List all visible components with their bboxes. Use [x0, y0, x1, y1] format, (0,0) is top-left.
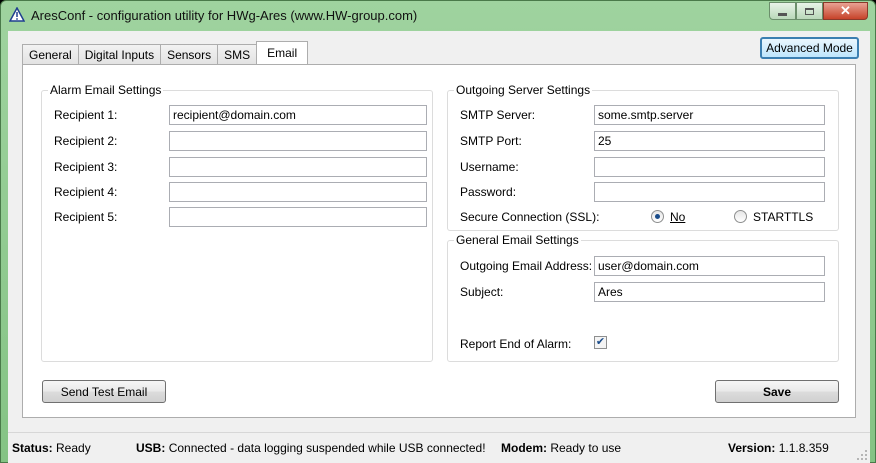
outgoing-address-input[interactable]: user@domain.com: [594, 256, 825, 276]
usb-field: USB: Connected - data logging suspended …: [136, 441, 486, 455]
recipient-4-input[interactable]: [169, 182, 427, 202]
status-bar: Status: Ready USB: Connected - data logg…: [8, 432, 870, 463]
report-end-checkbox[interactable]: ✔: [594, 336, 607, 349]
tab-label: Digital Inputs: [84, 47, 155, 62]
report-end-label: Report End of Alarm:: [460, 337, 572, 351]
checkmark-icon: ✔: [595, 336, 606, 348]
tab-label: SMS: [224, 47, 251, 62]
subject-label: Subject:: [460, 285, 504, 299]
recipient-2-input[interactable]: [169, 131, 427, 151]
email-tab-panel: Alarm Email Settings Recipient 1: recipi…: [22, 64, 856, 418]
recipient-5-input[interactable]: [169, 207, 427, 227]
advanced-mode-label: Advanced Mode: [766, 41, 853, 55]
username-label: Username:: [460, 160, 519, 174]
smtp-port-input[interactable]: 25: [594, 131, 825, 151]
group-title: Outgoing Server Settings: [454, 83, 593, 97]
recipient-4-label: Recipient 4:: [54, 185, 118, 199]
close-icon: ✕: [840, 3, 851, 18]
app-window: AresConf - configuration utility for HWg…: [0, 0, 876, 463]
recipient-1-label: Recipient 1:: [54, 108, 118, 122]
advanced-mode-button[interactable]: Advanced Mode: [760, 37, 859, 59]
modem-field: Modem: Ready to use: [501, 441, 621, 455]
tab-label: General: [29, 47, 72, 62]
recipient-3-input[interactable]: [169, 157, 427, 177]
save-button[interactable]: Save: [715, 380, 839, 403]
ssl-label: Secure Connection (SSL):: [460, 210, 600, 224]
tab-label: Sensors: [167, 47, 212, 62]
ssl-no-radio[interactable]: [651, 210, 664, 223]
tab-strip: General Digital Inputs Sensors SMS Email: [22, 41, 309, 64]
password-label: Password:: [460, 185, 517, 199]
close-button[interactable]: ✕: [823, 2, 868, 20]
recipient-2-label: Recipient 2:: [54, 134, 118, 148]
usb-value: Connected - data logging suspended while…: [168, 441, 486, 455]
app-logo-icon: [9, 7, 25, 22]
group-title: Alarm Email Settings: [48, 83, 164, 97]
smtp-server-label: SMTP Server:: [460, 108, 536, 122]
resize-grip-icon[interactable]: [856, 449, 868, 461]
modem-key: Modem:: [501, 441, 547, 455]
save-label: Save: [762, 384, 792, 399]
version-field: Version: 1.1.8.359: [728, 441, 829, 455]
send-test-email-button[interactable]: Send Test Email: [42, 380, 166, 403]
ssl-starttls-radio[interactable]: [734, 210, 747, 223]
tab-digital-inputs[interactable]: Digital Inputs: [77, 44, 162, 64]
tab-sensors[interactable]: Sensors: [160, 44, 219, 64]
outgoing-server-group: Outgoing Server Settings SMTP Server: so…: [447, 83, 839, 231]
group-title: General Email Settings: [454, 233, 581, 247]
client-area: General Digital Inputs Sensors SMS Email…: [8, 31, 870, 463]
outgoing-address-label: Outgoing Email Address:: [460, 259, 593, 273]
smtp-server-input[interactable]: some.smtp.server: [594, 105, 825, 125]
send-test-email-label: Send Test Email: [60, 384, 148, 399]
ssl-starttls-label[interactable]: STARTTLS: [753, 210, 813, 224]
status-key: Status:: [12, 441, 53, 455]
recipient-5-label: Recipient 5:: [54, 210, 118, 224]
version-value: 1.1.8.359: [778, 441, 829, 455]
window-title: AresConf - configuration utility for HWg…: [31, 8, 418, 23]
tab-email[interactable]: Email: [256, 41, 309, 64]
window-controls: ✕: [769, 2, 868, 20]
minimize-icon: [778, 12, 787, 16]
general-email-group: General Email Settings Outgoing Email Ad…: [447, 233, 839, 362]
maximize-button[interactable]: [796, 2, 823, 20]
minimize-button[interactable]: [769, 2, 796, 20]
status-field: Status: Ready: [12, 441, 91, 455]
recipient-1-input[interactable]: recipient@domain.com: [169, 105, 427, 125]
maximize-icon: [805, 7, 814, 15]
tab-sms[interactable]: SMS: [217, 44, 258, 64]
status-value: Ready: [56, 441, 91, 455]
tab-label: Email: [267, 46, 298, 60]
modem-value: Ready to use: [550, 441, 622, 455]
title-bar[interactable]: AresConf - configuration utility for HWg…: [1, 1, 875, 31]
recipient-3-label: Recipient 3:: [54, 160, 118, 174]
alarm-email-group: Alarm Email Settings Recipient 1: recipi…: [41, 83, 433, 362]
tab-general[interactable]: General: [22, 44, 79, 64]
username-input[interactable]: [594, 157, 825, 177]
version-key: Version:: [728, 441, 776, 455]
usb-key: USB:: [136, 441, 166, 455]
ssl-no-label[interactable]: No: [670, 210, 685, 224]
subject-input[interactable]: Ares: [594, 282, 825, 302]
smtp-port-label: SMTP Port:: [460, 134, 522, 148]
password-input[interactable]: [594, 182, 825, 202]
